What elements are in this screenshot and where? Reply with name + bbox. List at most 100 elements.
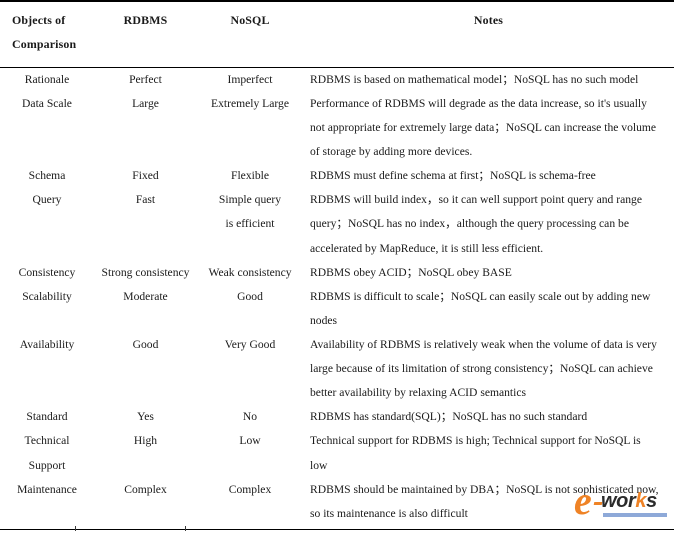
nosql-value-line1: Simple query [218, 193, 282, 207]
cell-rdbms-value: Fast [135, 193, 156, 207]
cell-nosql-value: No [197, 405, 303, 429]
note-line: Availability of RDBMS is relatively weak… [310, 338, 657, 352]
nosql-value-line1: Complex [228, 482, 272, 496]
table-header: Objects of Comparison RDBMS NoSQL Notes [0, 0, 674, 68]
note-line: query；NoSQL has no index，although the qu… [310, 217, 629, 231]
cell-object-of-comparison: Technical Support [0, 429, 94, 477]
cell-object-of-comparison: Data Scale [0, 92, 94, 164]
column-header-nosql: NoSQL [197, 0, 303, 68]
cell-rdbms-value: Moderate [123, 289, 168, 303]
nosql-value-line2: is efficient [225, 217, 275, 231]
note-line: Performance of RDBMS will degrade as the… [310, 96, 647, 110]
object-label: Maintenance [17, 482, 77, 496]
column-header-objects-line1: Objects of [12, 13, 66, 27]
cell-notes: RDBMS is based on mathematical model；NoS… [303, 67, 674, 92]
nosql-value-line1: Very Good [224, 338, 276, 352]
note-line: RDBMS will build index，so it can well su… [310, 193, 642, 207]
note-line: RDBMS obey ACID；NoSQL obey BASE [310, 265, 512, 279]
note-line: so its maintenance is also difficult [310, 506, 468, 520]
note-line: low [310, 458, 328, 472]
cell-object-of-comparison: Availability [0, 333, 94, 405]
cell-notes: Performance of RDBMS will degrade as the… [303, 92, 674, 164]
table-row: Query Fast Simple query is efficient RDBMS w… [0, 188, 674, 260]
bottom-border-tick-marks [0, 526, 674, 534]
note-line: better availability by relaxing ACID sem… [310, 386, 527, 400]
cell-nosql-value: Weak consistency [197, 261, 303, 285]
nosql-value-line1: Weak consistency [208, 265, 292, 279]
cell-notes: RDBMS should be maintained by DBA；NoSQL … [303, 477, 674, 530]
cell-notes: RDBMS will build index，so it can well su… [303, 188, 674, 260]
column-header-objects-line2: Comparison [12, 37, 77, 52]
tick-mark [75, 526, 76, 531]
cell-rdbms-value: Complex [94, 477, 197, 530]
tick-mark [185, 526, 186, 531]
cell-object-of-comparison: Schema [0, 164, 94, 188]
nosql-value-line1: Good [237, 289, 263, 303]
cell-rdbms-value: High [133, 434, 158, 448]
nosql-value-line1: Imperfect [227, 72, 273, 86]
cell-notes: RDBMS obey ACID；NoSQL obey BASE [303, 261, 674, 285]
cell-rdbms-value: Large [132, 96, 159, 110]
note-line: not appropriate for extremely large data… [310, 121, 657, 135]
object-label: Scalability [22, 289, 72, 303]
object-label: Standard [26, 410, 68, 424]
rdbms-nosql-comparison-table: Objects of Comparison RDBMS NoSQL Notes … [0, 0, 674, 530]
cell-nosql-value: Simple query is efficient [197, 188, 303, 260]
table-row: Availability Good Very Good Availability of… [0, 333, 674, 405]
note-line: RDBMS is difficult to scale；NoSQL can ea… [310, 289, 651, 303]
object-label: Technical [24, 434, 70, 448]
column-header-objects-of-comparison: Objects of Comparison [0, 0, 94, 68]
cell-object-of-comparison: Query [0, 188, 94, 260]
note-line: large because of its limitation of stron… [310, 362, 653, 376]
cell-nosql-value: Complex [197, 477, 303, 530]
cell-notes: Availability of RDBMS is relatively weak… [303, 333, 674, 405]
cell-notes: RDBMS has standard(SQL)；NoSQL has no suc… [303, 405, 674, 429]
note-line: of storage by adding more devices. [310, 145, 473, 159]
cell-object-of-comparison: Standard [0, 405, 94, 429]
cell-object-of-comparison: Rationale [0, 67, 94, 92]
note-line: RDBMS must define schema at first；NoSQL … [310, 169, 596, 183]
cell-rdbms-value: Yes [137, 410, 154, 424]
cell-rdbms-value: Strong consistency [101, 265, 190, 279]
object-label: Consistency [18, 265, 76, 279]
cell-nosql-value: Imperfect [197, 67, 303, 92]
table-row: Rationale Perfect Imperfect RDBMS is based … [0, 67, 674, 92]
cell-notes: RDBMS must define schema at first；NoSQL … [303, 164, 674, 188]
note-line: RDBMS should be maintained by DBA；NoSQL … [310, 482, 659, 496]
cell-rdbms-value: Perfect [129, 72, 162, 86]
object-label: Availability [19, 338, 75, 352]
nosql-value-line1: Low [239, 434, 261, 448]
cell-nosql-value: Flexible [197, 164, 303, 188]
cell-rdbms-value: Fixed [132, 169, 159, 183]
cell-nosql-value: Low [197, 429, 303, 477]
table-row: Maintenance Complex Complex RDBMS should be… [0, 477, 674, 530]
note-line: nodes [310, 313, 338, 327]
table-row: Standard Yes No RDBMS has standard(SQL)；NoS… [0, 405, 674, 429]
object-label: Data Scale [22, 96, 72, 110]
cell-notes: RDBMS is difficult to scale；NoSQL can ea… [303, 285, 674, 333]
object-label: Rationale [24, 72, 70, 86]
nosql-value-line1: No [242, 410, 258, 424]
cell-nosql-value: Very Good [197, 333, 303, 405]
table-body: Rationale Perfect Imperfect RDBMS is based … [0, 67, 674, 530]
table-row: Technical Support High Low Technical support… [0, 429, 674, 477]
cell-object-of-comparison: Consistency [0, 261, 94, 285]
object-label-line2: Support [28, 458, 66, 472]
column-header-notes: Notes [303, 0, 674, 68]
cell-object-of-comparison: Maintenance [0, 477, 94, 530]
note-line: RDBMS is based on mathematical model；NoS… [310, 72, 639, 86]
object-label: Schema [28, 169, 66, 183]
note-line: Technical support for RDBMS is high; Tec… [310, 434, 641, 448]
table-header-row: Objects of Comparison RDBMS NoSQL Notes [0, 0, 674, 68]
table-row: Consistency Strong consistency Weak consis… [0, 261, 674, 285]
column-header-rdbms: RDBMS [94, 0, 197, 68]
cell-nosql-value: Extremely Large [197, 92, 303, 164]
table-row: Scalability Moderate Good RDBMS is difficul… [0, 285, 674, 333]
object-label: Query [32, 193, 62, 207]
table-row: Data Scale Large Extremely Large Performanc… [0, 92, 674, 164]
nosql-value-line1: Flexible [231, 169, 269, 183]
cell-nosql-value: Good [197, 285, 303, 333]
comparison-table-container: Objects of Comparison RDBMS NoSQL Notes … [0, 0, 674, 534]
table-row: Schema Fixed Flexible RDBMS must define sch… [0, 164, 674, 188]
cell-object-of-comparison: Scalability [0, 285, 94, 333]
